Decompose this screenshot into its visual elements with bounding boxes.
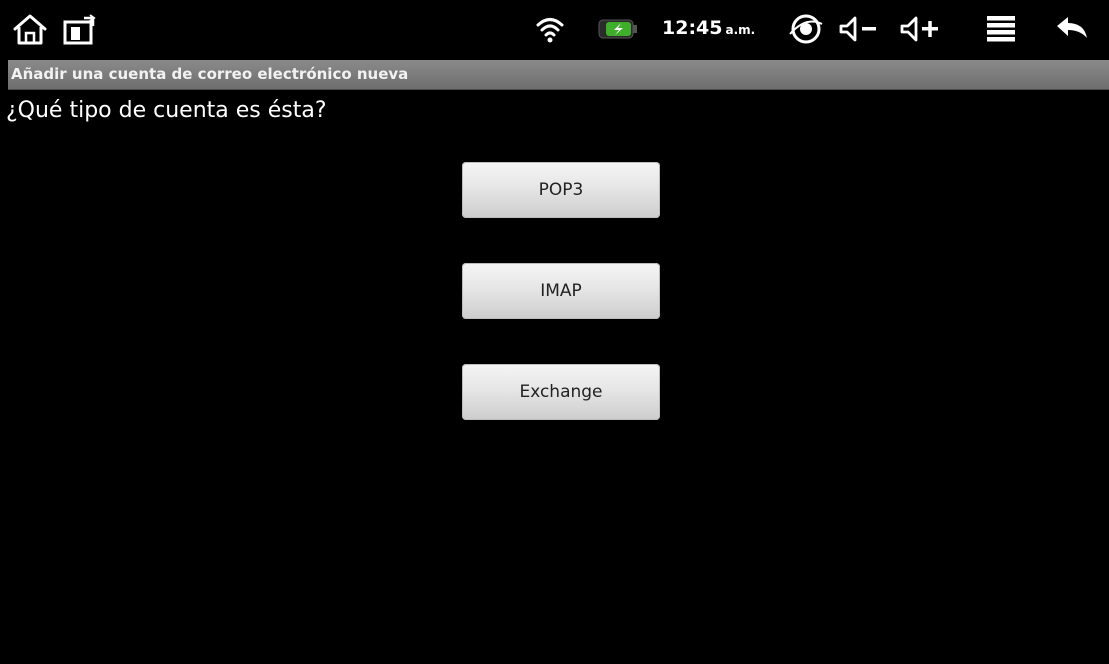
- clock-time: 12:45: [662, 17, 723, 39]
- imap-button[interactable]: IMAP: [462, 263, 660, 319]
- screen: 12:45 a.m. Añadir una cuenta de correo e…: [0, 0, 1109, 664]
- title-bar: Añadir una cuenta de correo electrónico …: [8, 60, 1109, 90]
- wifi-icon: [533, 0, 567, 57]
- account-type-question: ¿Qué tipo de cuenta es ésta?: [6, 98, 327, 123]
- pop3-button[interactable]: POP3: [462, 162, 660, 218]
- clock-ampm: a.m.: [725, 23, 756, 37]
- volume-up-icon[interactable]: [897, 0, 943, 57]
- battery-charging-icon: [596, 0, 640, 57]
- status-bar: 12:45 a.m.: [8, 0, 1109, 57]
- exchange-button[interactable]: Exchange: [462, 364, 660, 420]
- page-title: Añadir una cuenta de correo electrónico …: [11, 65, 409, 83]
- status-clock: 12:45 a.m.: [662, 16, 755, 42]
- menu-icon[interactable]: [983, 0, 1019, 57]
- home-icon[interactable]: [10, 0, 50, 57]
- volume-down-icon[interactable]: [836, 0, 882, 57]
- back-icon[interactable]: [1052, 0, 1092, 57]
- screen-rotate-icon[interactable]: [60, 0, 100, 57]
- eye-icon[interactable]: [786, 0, 826, 57]
